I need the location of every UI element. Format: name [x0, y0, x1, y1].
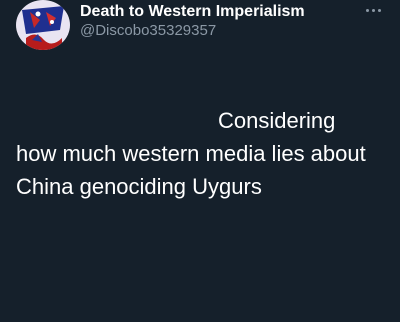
tweet-text: Considering how much western media lies …: [16, 104, 388, 203]
more-options-button[interactable]: [360, 0, 386, 20]
author-display-name[interactable]: Death to Western Imperialism: [80, 3, 305, 21]
author-handle[interactable]: @Discobo35329357: [80, 22, 216, 39]
avatar-image: [16, 0, 70, 50]
profile-avatar-icon[interactable]: [16, 0, 70, 50]
tweet-text-line: how much western media lies about: [16, 141, 366, 166]
tweet-text-line: China genociding Uygurs: [16, 174, 262, 199]
tweet-card: Death to Western Imperialism @Discobo353…: [0, 0, 400, 322]
more-horizontal-icon: [365, 8, 369, 12]
more-horizontal-icon-dot: [371, 8, 375, 12]
tweet-text-line: Considering: [218, 108, 336, 133]
more-horizontal-icon-dot: [377, 8, 381, 12]
